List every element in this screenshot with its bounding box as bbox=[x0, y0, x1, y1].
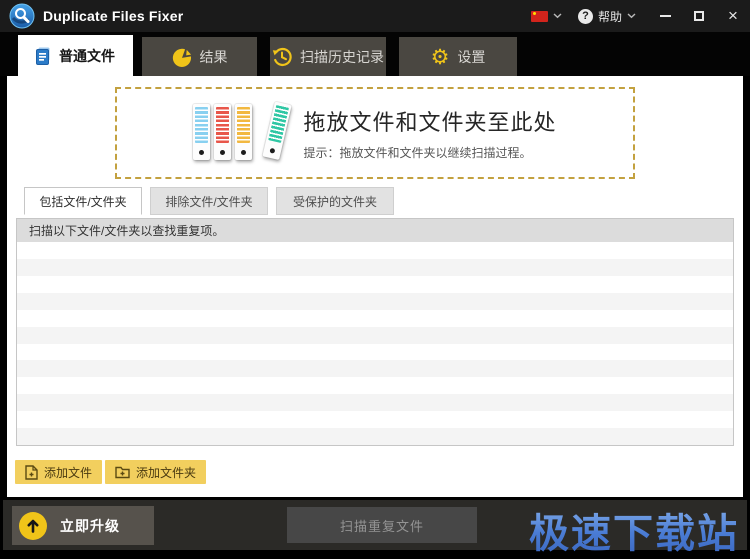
main-tabbar: 普通文件 结果 扫描历史记录 ⚙ 设置 bbox=[0, 32, 750, 76]
history-icon bbox=[272, 47, 292, 66]
add-folder-label: 添加文件夹 bbox=[136, 465, 197, 480]
tab-scan-history[interactable]: 扫描历史记录 bbox=[270, 37, 386, 76]
list-row bbox=[17, 428, 733, 446]
titlebar: Duplicate Files Fixer ? 帮助 × bbox=[0, 0, 750, 32]
tab-label: 结果 bbox=[199, 48, 228, 65]
list-row bbox=[17, 326, 733, 344]
list-row bbox=[17, 258, 733, 276]
app-window: Duplicate Files Fixer ? 帮助 × 普通文件 结果 扫描历… bbox=[0, 0, 750, 556]
file-list: 扫描以下文件/文件夹以查找重复项。 bbox=[16, 218, 734, 446]
maximize-icon bbox=[694, 11, 704, 21]
pie-chart-icon bbox=[172, 48, 191, 67]
tab-label: 设置 bbox=[457, 48, 486, 65]
list-row bbox=[17, 343, 733, 361]
add-file-icon bbox=[25, 464, 38, 480]
subtab-protected[interactable]: 受保护的文件夹 bbox=[276, 187, 394, 215]
list-row bbox=[17, 377, 733, 395]
upgrade-label: 立即升级 bbox=[60, 517, 120, 534]
list-row bbox=[17, 292, 733, 310]
dropzone-tip: 提示：拖放文件和文件夹以继续扫描过程。 bbox=[303, 146, 532, 160]
upgrade-arrow-icon bbox=[19, 511, 47, 540]
add-file-label: 添加文件 bbox=[44, 465, 93, 480]
window-controls: × bbox=[658, 6, 740, 25]
help-icon: ? bbox=[577, 8, 593, 24]
help-menu[interactable]: ? 帮助 bbox=[577, 8, 636, 25]
bottombar: 立即升级 扫描重复文件 极速下载站 bbox=[0, 497, 750, 556]
gear-icon: ⚙ bbox=[430, 44, 450, 69]
list-row bbox=[17, 360, 733, 378]
list-row bbox=[17, 242, 733, 259]
file-list-header: 扫描以下文件/文件夹以查找重复项。 bbox=[17, 219, 733, 242]
flag-icon bbox=[530, 10, 548, 22]
content-area: 拖放文件和文件夹至此处 提示：拖放文件和文件夹以继续扫描过程。 包括文件/文件夹… bbox=[7, 76, 743, 497]
add-file-button[interactable]: 添加文件 bbox=[15, 460, 103, 484]
close-icon: × bbox=[728, 6, 738, 25]
subtab-include[interactable]: 包括文件/文件夹 bbox=[24, 187, 142, 215]
close-button[interactable]: × bbox=[726, 6, 740, 25]
help-label: 帮助 bbox=[597, 9, 622, 24]
list-row bbox=[17, 394, 733, 412]
file-list-rows bbox=[17, 242, 733, 446]
language-selector[interactable] bbox=[530, 10, 562, 22]
tab-results[interactable]: 结果 bbox=[142, 37, 257, 76]
upgrade-button[interactable]: 立即升级 bbox=[12, 506, 154, 545]
tab-normal-files[interactable]: 普通文件 bbox=[18, 35, 133, 76]
minimize-icon bbox=[659, 15, 671, 17]
tab-settings[interactable]: ⚙ 设置 bbox=[399, 37, 517, 76]
app-title: Duplicate Files Fixer bbox=[43, 8, 184, 24]
dropzone[interactable]: 拖放文件和文件夹至此处 提示：拖放文件和文件夹以继续扫描过程。 bbox=[115, 87, 635, 179]
chevron-down-icon bbox=[553, 13, 562, 19]
add-folder-icon bbox=[115, 466, 130, 478]
chevron-down-icon bbox=[627, 13, 636, 19]
subtab-exclude[interactable]: 排除文件/文件夹 bbox=[150, 187, 268, 215]
scan-duplicates-button[interactable]: 扫描重复文件 bbox=[287, 507, 477, 543]
site-watermark: 极速下载站 bbox=[529, 501, 739, 559]
list-row bbox=[17, 309, 733, 327]
list-row bbox=[17, 411, 733, 429]
dropzone-title: 拖放文件和文件夹至此处 bbox=[303, 110, 557, 135]
minimize-button[interactable] bbox=[658, 9, 672, 23]
app-logo-icon bbox=[9, 3, 35, 29]
list-row bbox=[17, 275, 733, 293]
binders-icon bbox=[193, 101, 293, 162]
maximize-button[interactable] bbox=[692, 9, 706, 23]
tab-label: 扫描历史记录 bbox=[300, 48, 384, 65]
tab-label: 普通文件 bbox=[59, 47, 115, 64]
add-folder-button[interactable]: 添加文件夹 bbox=[105, 460, 207, 484]
document-icon bbox=[36, 47, 50, 65]
